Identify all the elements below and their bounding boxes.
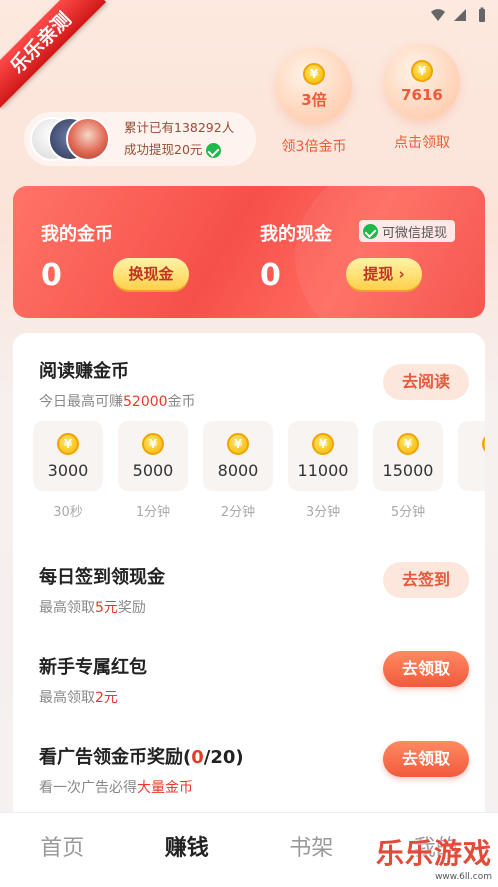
coin-icon: ¥	[397, 432, 419, 455]
newbie-task-highlight: 2元	[95, 690, 118, 706]
signin-task-subtitle: 最高领取5元奖励	[39, 600, 146, 616]
avatar-stack	[30, 114, 118, 164]
reward-time: 5分钟	[390, 505, 426, 520]
reward-value: 11000	[297, 460, 349, 480]
coin-icon: ¥	[57, 432, 79, 455]
task-list-card: 阅读赚金币 今日最高可赚52000金币 去阅读 ¥3000 30秒 ¥5000 …	[13, 333, 485, 823]
reward-value: 3000	[47, 460, 89, 480]
reward-tile[interactable]: ¥11000	[288, 421, 358, 491]
reward-tile[interactable]: ¥3000	[33, 421, 103, 491]
ads-task-title: 看广告领金币奖励(0/20)	[39, 747, 244, 768]
stats-line-2-row: 成功提现20元	[124, 139, 234, 161]
reward-time: 1分钟	[135, 505, 171, 520]
reward-tile[interactable]: ¥1	[458, 421, 485, 491]
newbie-task-title: 新手专属红包	[39, 657, 147, 678]
coin-claim-bubble[interactable]: ¥ 7616	[384, 44, 460, 120]
ribbon-label: 乐乐亲测	[0, 0, 107, 109]
nav-home[interactable]: 首页	[0, 813, 125, 887]
reward-tile[interactable]: ¥5000	[118, 421, 188, 491]
coin-icon: ¥	[142, 432, 164, 455]
stats-line-1: 累计已有138292人	[124, 120, 235, 135]
bubble-caption[interactable]: 点击领取	[382, 132, 462, 152]
reward-value: 15000	[382, 460, 434, 480]
reward-value: 5000	[132, 460, 174, 480]
reward-value: 8000	[217, 460, 259, 480]
read-task-highlight: 52000	[123, 394, 168, 410]
bubble-caption[interactable]: 领3倍金币	[272, 136, 356, 156]
avatar	[66, 117, 110, 161]
my-coins-value: 0	[41, 258, 62, 293]
stats-line-2: 成功提现20元	[124, 142, 203, 157]
coin-icon: ¥	[411, 60, 433, 82]
wechat-check-icon	[363, 223, 378, 239]
wallet-card: 我的金币 0 换现金 我的现金 可微信提现 0 提现 ›	[13, 186, 485, 318]
my-coins-title: 我的金币	[41, 224, 113, 245]
claim-ads-button[interactable]: 去领取	[383, 741, 469, 777]
watermark-title: 乐乐游戏	[375, 837, 492, 870]
wechat-withdraw-badge: 可微信提现	[359, 220, 456, 242]
reward-time: 30秒	[53, 505, 83, 520]
site-watermark: 乐乐游戏 www.6ll.com	[376, 832, 492, 882]
nav-bookshelf[interactable]: 书架	[249, 813, 374, 887]
coin-icon: ¥	[303, 62, 325, 85]
ads-count: 0	[191, 747, 204, 768]
reward-time: 3分钟	[305, 505, 341, 520]
wallet-decoration	[295, 186, 485, 318]
signin-task-highlight: 5元	[95, 600, 118, 616]
go-read-button[interactable]: 去阅读	[383, 364, 469, 400]
bubble-value: 3倍	[301, 90, 327, 109]
signin-task-title: 每日签到领现金	[39, 567, 165, 588]
ads-task-highlight: 大量金币	[137, 780, 193, 796]
withdraw-button[interactable]: 提现 ›	[346, 258, 422, 290]
claim-newbie-button[interactable]: 去领取	[383, 651, 469, 687]
reward-tile[interactable]: ¥15000	[373, 421, 443, 491]
corner-ribbon: 乐乐亲测	[0, 0, 110, 110]
read-task-subtitle: 今日最高可赚52000金币	[39, 394, 196, 410]
triple-coin-bubble[interactable]: ¥ 3倍	[276, 48, 352, 124]
coin-icon: ¥	[312, 432, 334, 455]
my-cash-value: 0	[260, 258, 281, 293]
battery-icon	[479, 7, 485, 22]
exchange-cash-button[interactable]: 换现金	[113, 258, 189, 290]
read-task-title: 阅读赚金币	[39, 361, 129, 382]
coin-icon: ¥	[227, 432, 249, 455]
signal-icon	[454, 9, 466, 21]
nav-earn[interactable]: 赚钱	[125, 813, 250, 887]
newbie-task-subtitle: 最高领取2元	[39, 690, 118, 706]
withdraw-stats-pill: 累计已有138292人 成功提现20元	[24, 112, 256, 166]
wechat-check-icon	[206, 142, 222, 158]
stats-text: 累计已有138292人 成功提现20元	[124, 117, 234, 161]
ads-task-subtitle: 看一次广告必得大量金币	[39, 780, 193, 796]
reward-tile[interactable]: ¥8000	[203, 421, 273, 491]
go-signin-button[interactable]: 去签到	[383, 562, 469, 598]
coin-icon: ¥	[482, 432, 485, 455]
bubble-value: 7616	[401, 86, 443, 104]
reward-time: 2分钟	[220, 505, 256, 520]
my-cash-title: 我的现金	[260, 224, 332, 245]
status-bar	[430, 4, 490, 26]
read-reward-row[interactable]: ¥3000 30秒 ¥5000 1分钟 ¥8000 2分钟 ¥11000 3分钟…	[33, 421, 485, 531]
wifi-icon	[431, 9, 445, 21]
wechat-withdraw-text: 可微信提现	[382, 225, 448, 241]
watermark-url: www.6ll.com	[435, 872, 492, 882]
